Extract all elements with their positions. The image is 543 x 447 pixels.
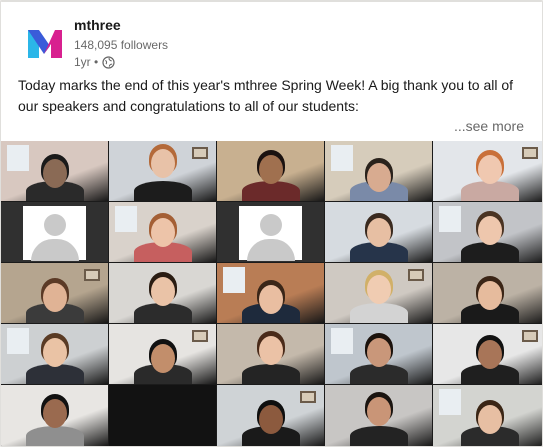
participant-tile	[325, 202, 432, 262]
window	[7, 145, 29, 171]
post-text: Today marks the end of this year's mthre…	[18, 77, 514, 114]
avatar-head	[259, 214, 282, 236]
default-avatar	[23, 206, 86, 261]
participant-body	[25, 364, 84, 384]
company-logo[interactable]	[22, 20, 68, 66]
participant-tile	[325, 141, 432, 201]
participant-tile	[1, 385, 108, 446]
participant-body	[349, 426, 408, 446]
participant-tile	[109, 141, 216, 201]
participant-face	[258, 155, 283, 184]
default-avatar	[239, 206, 302, 261]
avatar-body	[30, 239, 79, 261]
participant-tile	[109, 385, 216, 446]
window	[223, 267, 245, 293]
participant-body	[460, 242, 519, 262]
post-meta: 1yr •	[74, 54, 168, 70]
wall-picture	[522, 330, 538, 342]
video-call-image[interactable]	[1, 141, 542, 446]
participant-tile	[1, 324, 108, 384]
avatar-head	[43, 214, 66, 236]
participant-tile	[217, 263, 324, 323]
participant-face	[150, 149, 175, 178]
window	[331, 145, 353, 171]
participant-face	[366, 338, 391, 367]
window	[439, 206, 461, 232]
participant-face	[150, 277, 175, 306]
participant-face	[42, 159, 67, 188]
wall-picture	[84, 269, 100, 281]
window	[7, 328, 29, 354]
participant-body	[241, 181, 300, 201]
participant-face	[258, 285, 283, 314]
participant-face	[477, 281, 502, 310]
wall-picture	[192, 147, 208, 159]
divider	[1, 1, 542, 2]
participant-tile	[109, 202, 216, 262]
participant-face	[477, 340, 502, 369]
participant-face	[477, 216, 502, 245]
participant-body	[349, 303, 408, 323]
follower-count: 148,095 followers	[74, 38, 169, 52]
see-more-link[interactable]: ...see more	[454, 116, 524, 136]
wall-picture	[522, 147, 538, 159]
participant-face	[366, 163, 391, 192]
participant-face	[477, 155, 502, 184]
participant-tile	[433, 202, 542, 262]
participant-face	[366, 218, 391, 247]
participant-tile	[1, 202, 108, 262]
participant-tile	[217, 385, 324, 446]
participant-face	[366, 275, 391, 304]
post-age: 1yr •	[74, 55, 99, 69]
window	[115, 206, 137, 232]
participant-tile	[1, 141, 108, 201]
participant-tile	[325, 385, 432, 446]
participant-body	[349, 364, 408, 384]
participant-tile	[433, 324, 542, 384]
participant-face	[150, 344, 175, 373]
company-info: mthree 148,095 followers 1yr •	[74, 15, 168, 70]
participant-tile	[109, 263, 216, 323]
participant-face	[150, 218, 175, 247]
participant-tile	[217, 141, 324, 201]
participant-face	[258, 336, 283, 365]
participant-tile	[433, 385, 542, 446]
post-card: mthree 148,095 followers 1yr • Today mar…	[0, 0, 543, 447]
participant-face	[477, 405, 502, 434]
avatar-body	[246, 239, 295, 261]
participant-tile	[217, 202, 324, 262]
participant-tile	[325, 324, 432, 384]
participant-body	[25, 426, 84, 446]
post-header: mthree 148,095 followers 1yr •	[18, 11, 518, 71]
participant-face	[42, 399, 67, 428]
wall-picture	[192, 330, 208, 342]
globe-icon	[102, 55, 115, 69]
participant-tile	[433, 263, 542, 323]
participant-body	[460, 181, 519, 201]
participant-face	[42, 283, 67, 312]
participant-face	[258, 405, 283, 434]
participant-tile	[325, 263, 432, 323]
participant-face	[42, 338, 67, 367]
participant-body	[241, 364, 300, 384]
window	[331, 328, 353, 354]
company-name[interactable]: mthree	[74, 15, 168, 35]
participant-body	[133, 181, 192, 201]
participant-tile	[1, 263, 108, 323]
participant-tile	[433, 141, 542, 201]
wall-picture	[300, 391, 316, 403]
participant-face	[366, 397, 391, 426]
participant-tile	[109, 324, 216, 384]
participant-body	[133, 303, 192, 323]
participant-tile	[217, 324, 324, 384]
window	[439, 389, 461, 415]
wall-picture	[408, 269, 424, 281]
